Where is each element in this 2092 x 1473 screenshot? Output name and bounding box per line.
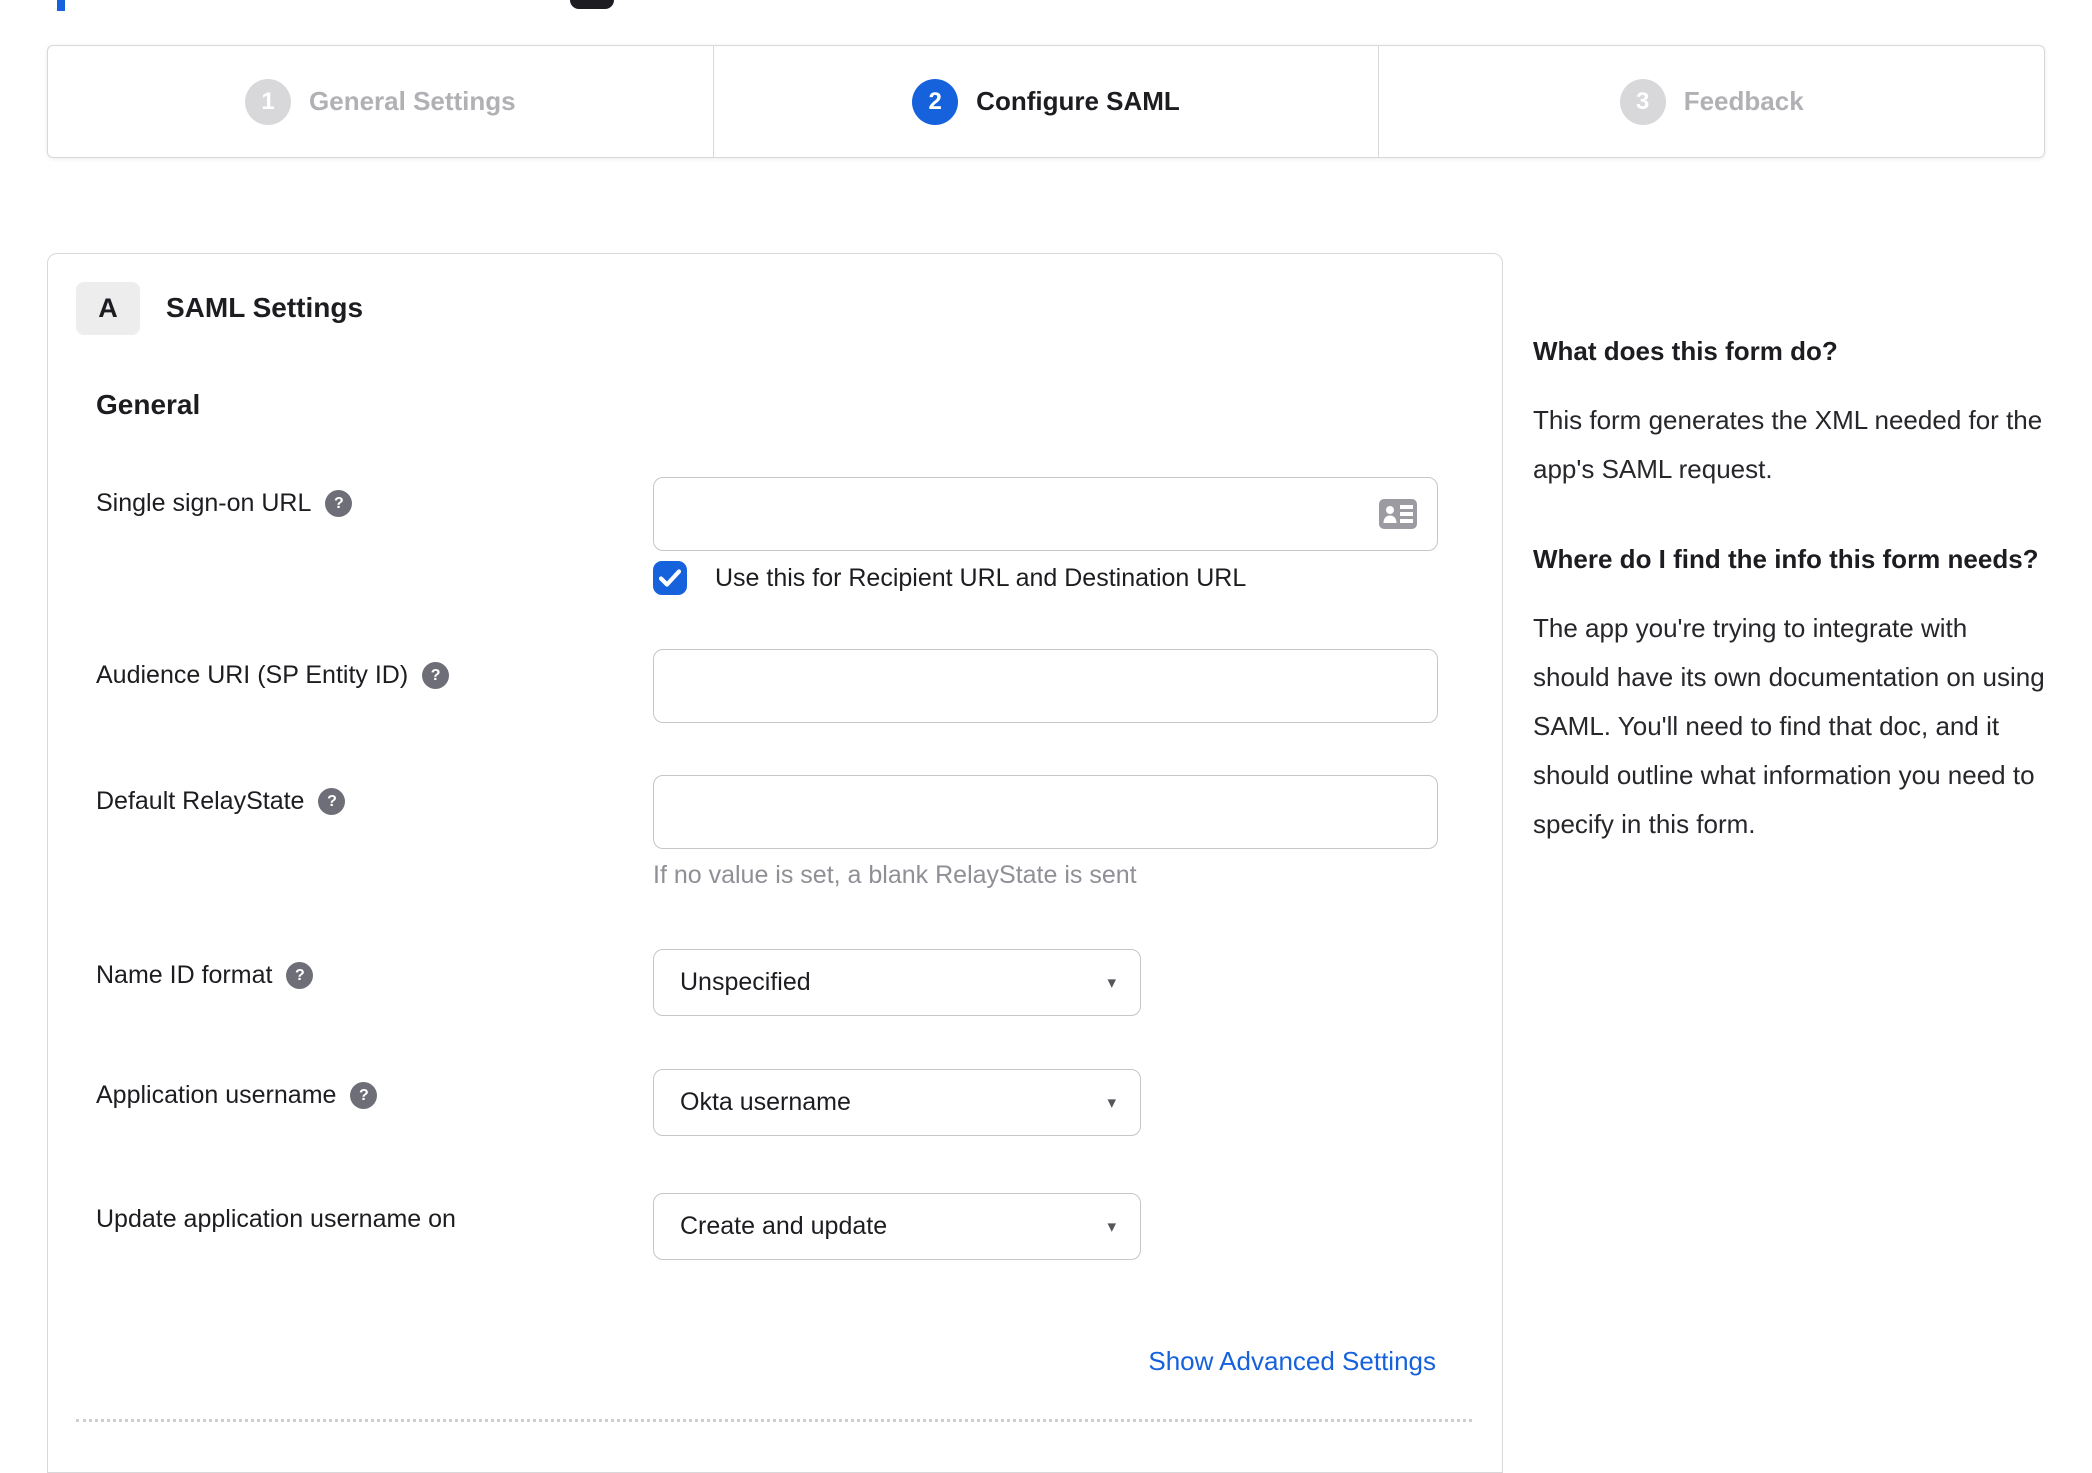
contact-card-icon	[1379, 499, 1417, 529]
show-advanced-settings-link[interactable]: Show Advanced Settings	[1148, 1346, 1436, 1377]
recipient-checkbox-label: Use this for Recipient URL and Destinati…	[715, 563, 1247, 592]
row-recipient-checkbox: Use this for Recipient URL and Destinati…	[48, 561, 1502, 601]
step-3-number: 3	[1619, 78, 1666, 125]
relaystate-helper-text: If no value is set, a blank RelayState i…	[653, 861, 1137, 889]
chevron-down-icon: ▾	[1107, 972, 1116, 992]
relaystate-input[interactable]	[653, 775, 1438, 849]
help-answer-1: This form generates the XML needed for t…	[1533, 405, 2043, 484]
update-username-select[interactable]: Create and update ▾	[653, 1193, 1141, 1260]
row-name-id-format: Name ID format ? Unspecified ▾	[48, 949, 1502, 1016]
relaystate-label-wrap: Default RelayState ?	[96, 787, 346, 816]
row-default-relaystate: Default RelayState ? If no value is set,…	[48, 775, 1502, 895]
saml-settings-panel: A SAML Settings General Single sign-on U…	[47, 253, 1503, 1473]
checkmark-icon	[659, 569, 681, 587]
group-title-general: General	[96, 389, 201, 420]
help-sidebar: What does this form do? This form genera…	[1533, 330, 2048, 849]
chevron-down-icon: ▾	[1107, 1216, 1116, 1236]
audience-uri-input[interactable]	[653, 649, 1438, 723]
section-a-badge: A	[76, 282, 140, 335]
audience-uri-label-wrap: Audience URI (SP Entity ID) ?	[96, 661, 450, 690]
row-application-username: Application username ? Okta username ▾	[48, 1069, 1502, 1136]
step-2-label: Configure SAML	[976, 86, 1180, 116]
appuser-label-wrap: Application username ?	[96, 1081, 378, 1110]
step-feedback[interactable]: 3 Feedback	[1378, 46, 2044, 157]
sso-url-label-wrap: Single sign-on URL ?	[96, 489, 353, 518]
help-question-2: Where do I find the info this form needs…	[1533, 544, 2039, 574]
relaystate-help-icon[interactable]: ?	[318, 788, 346, 815]
step-3-label: Feedback	[1683, 86, 1804, 116]
step-1-label: General Settings	[309, 86, 516, 116]
step-general-settings[interactable]: 1 General Settings	[48, 46, 713, 157]
section-dashed-divider	[76, 1419, 1472, 1422]
sso-url-help-icon[interactable]: ?	[325, 490, 353, 517]
nameid-label: Name ID format	[96, 961, 273, 989]
wizard-stepper: 1 General Settings 2 Configure SAML 3 Fe…	[47, 45, 2045, 158]
step-1-number: 1	[245, 78, 292, 125]
recipient-url-checkbox[interactable]	[653, 561, 687, 595]
nameid-help-icon[interactable]: ?	[286, 962, 314, 989]
audience-uri-help-icon[interactable]: ?	[422, 662, 450, 689]
cutoff-blue-fragment	[57, 0, 65, 11]
row-audience-uri: Audience URI (SP Entity ID) ?	[48, 649, 1502, 723]
cutoff-logo-fragment	[570, 0, 614, 9]
chevron-down-icon: ▾	[1107, 1092, 1116, 1112]
update-username-select-value: Create and update	[680, 1212, 888, 1240]
sso-url-input[interactable]	[653, 477, 1438, 551]
relaystate-label: Default RelayState	[96, 787, 305, 815]
appuser-help-icon[interactable]: ?	[350, 1082, 378, 1109]
step-configure-saml[interactable]: 2 Configure SAML	[712, 46, 1379, 157]
appuser-select-value: Okta username	[680, 1088, 851, 1116]
row-single-sign-on-url: Single sign-on URL ?	[48, 477, 1502, 551]
help-answer-2: The app you're trying to integrate with …	[1533, 613, 2045, 839]
sso-url-label: Single sign-on URL	[96, 489, 312, 517]
appuser-select[interactable]: Okta username ▾	[653, 1069, 1141, 1136]
step-2-number: 2	[912, 78, 959, 125]
help-question-1: What does this form do?	[1533, 336, 1838, 366]
nameid-select-value: Unspecified	[680, 968, 811, 996]
section-title: SAML Settings	[166, 292, 364, 323]
appuser-label: Application username	[96, 1081, 337, 1109]
nameid-select[interactable]: Unspecified ▾	[653, 949, 1141, 1016]
audience-uri-label: Audience URI (SP Entity ID)	[96, 661, 409, 689]
row-update-username-on: Update application username on Create an…	[48, 1193, 1502, 1260]
update-username-label: Update application username on	[96, 1205, 456, 1233]
nameid-label-wrap: Name ID format ?	[96, 961, 314, 990]
update-username-label-wrap: Update application username on	[96, 1205, 456, 1234]
recipient-checkbox-wrap: Use this for Recipient URL and Destinati…	[653, 561, 1246, 595]
